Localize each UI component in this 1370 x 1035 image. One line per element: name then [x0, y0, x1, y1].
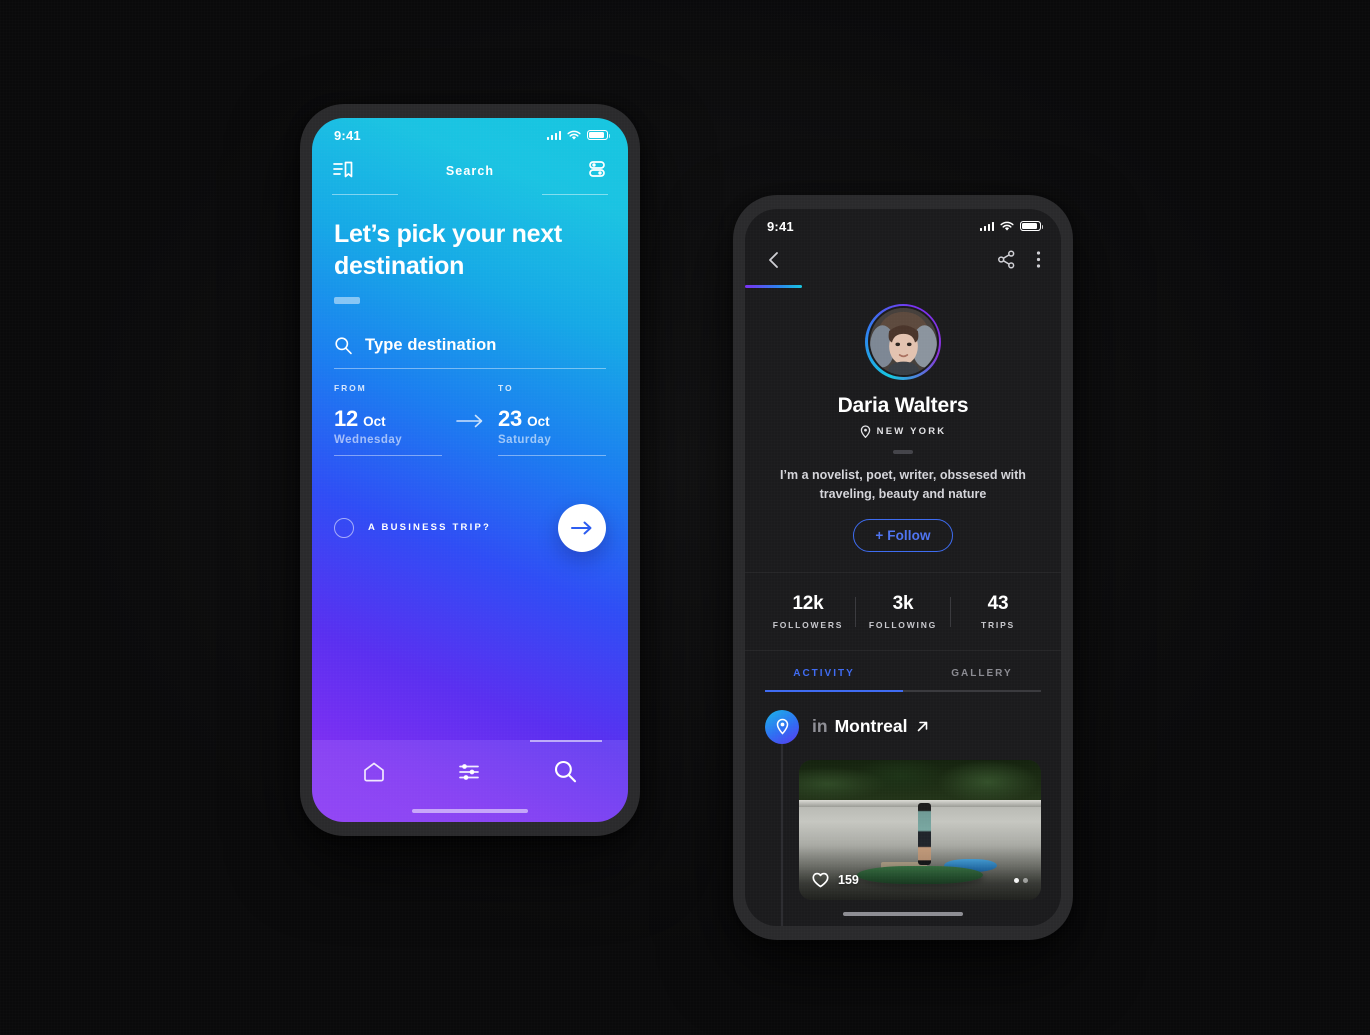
stat-label: TRIPS	[980, 620, 1016, 631]
cellular-bars-icon	[979, 221, 994, 231]
activity-feed: in Montreal 159	[745, 692, 1061, 926]
tab-gallery[interactable]: GALLERY	[903, 668, 1061, 679]
user-avatar	[869, 308, 937, 375]
profile-location: NEW YORK	[860, 424, 947, 438]
avatar[interactable]	[865, 303, 941, 380]
destination-placeholder: Type destination	[365, 335, 497, 354]
status-bar: 9:41	[745, 209, 1061, 239]
like-counter[interactable]: 159	[812, 872, 859, 888]
profile-accent-dash	[893, 449, 913, 454]
profile-screen: 9:41 Daria Walters NEW YORK I’m a noveli…	[745, 209, 1061, 926]
profile-location-label: NEW YORK	[876, 425, 947, 437]
date-range: FROM 12 Oct Wednesday TO 23 Oct Saturday	[334, 383, 606, 456]
destination-search-field[interactable]: Type destination	[334, 336, 606, 369]
tab-home[interactable]	[361, 759, 387, 790]
cellular-bars-icon	[546, 130, 561, 140]
arrow-up-right-icon	[917, 722, 927, 732]
date-from[interactable]: FROM 12 Oct Wednesday	[334, 383, 442, 456]
timeline-thread	[781, 743, 783, 926]
back-button[interactable]	[765, 250, 783, 275]
tab-activity[interactable]: ACTIVITY	[745, 668, 903, 679]
map-pin-icon	[860, 424, 870, 438]
home-indicator	[843, 911, 963, 916]
date-from-day: 12	[334, 405, 359, 431]
radio-unchecked-icon[interactable]	[334, 517, 354, 538]
stat-followers[interactable]: 12k FOLLOWERS	[761, 593, 855, 630]
profile-summary: Daria Walters NEW YORK I’m a novelist, p…	[745, 288, 1061, 574]
more-vertical-icon	[1036, 251, 1041, 268]
carousel-dots[interactable]	[1014, 877, 1028, 883]
arrow-right-icon	[571, 521, 592, 534]
tab-search[interactable]	[552, 758, 579, 790]
page-title: Search	[445, 164, 495, 178]
battery-icon	[1020, 220, 1044, 232]
date-from-label: FROM	[334, 382, 367, 393]
share-icon	[998, 250, 1015, 269]
feed-place: Montreal	[834, 716, 908, 737]
profile-bio: I’m a novelist, poet, writer, obssesed w…	[780, 467, 1026, 501]
status-time: 9:41	[767, 218, 794, 234]
stat-value: 43	[987, 593, 1009, 615]
follow-button[interactable]: + Follow	[853, 519, 953, 553]
profile-tabs: ACTIVITY GALLERY	[745, 651, 1061, 679]
battery-icon	[587, 129, 611, 141]
heart-icon	[812, 872, 829, 888]
avatar-image	[867, 306, 939, 377]
map-pin-icon	[776, 719, 788, 735]
wifi-icon	[1000, 221, 1014, 231]
profile-stats: 12k FOLLOWERS 3k FOLLOWING 43 TRIPS	[745, 573, 1061, 652]
wifi-icon	[567, 130, 581, 140]
profile-name: Daria Walters	[837, 393, 969, 417]
feed-item-header: in Montreal	[765, 709, 1041, 744]
date-from-month: Oct	[363, 413, 386, 429]
chevron-left-icon	[769, 251, 778, 268]
date-to-label: TO	[498, 382, 514, 393]
stat-trips[interactable]: 43 TRIPS	[951, 593, 1045, 630]
date-to-month: Oct	[527, 413, 550, 429]
more-options-button[interactable]	[1036, 250, 1041, 274]
business-trip-row: A BUSINESS TRIP?	[334, 503, 606, 552]
business-trip-label: A BUSINESS TRIP?	[368, 522, 491, 533]
date-to-day: 23	[498, 405, 523, 431]
location-pin-badge	[765, 709, 799, 744]
app-header: Search	[312, 148, 628, 194]
date-to-weekday: Saturday	[498, 433, 552, 446]
sliders-icon	[459, 763, 480, 780]
search-icon	[555, 760, 577, 783]
home-icon	[363, 762, 384, 781]
stat-value: 12k	[792, 593, 824, 615]
date-from-weekday: Wednesday	[334, 433, 403, 446]
tab-filters[interactable]	[456, 759, 482, 790]
search-screen: 9:41 Search Let’s pick your next destina…	[312, 118, 628, 822]
bottom-tab-bar	[312, 740, 628, 822]
status-bar: 9:41	[312, 118, 628, 148]
stat-label: FOLLOWING	[868, 620, 938, 631]
phone-mockup-right: 9:41 Daria Walters NEW YORK I’m a noveli…	[733, 195, 1073, 940]
phone-mockup-left: 9:41 Search Let’s pick your next destina…	[300, 104, 640, 836]
profile-header	[745, 239, 1061, 285]
home-indicator	[412, 809, 528, 813]
feed-location-title[interactable]: in Montreal	[812, 716, 930, 737]
status-time: 9:41	[334, 127, 361, 143]
hero-title: Let’s pick your next destination	[334, 220, 562, 280]
canvas: 9:41 Search Let’s pick your next destina…	[0, 0, 1370, 1035]
feed-photo-card[interactable]: 159	[799, 759, 1041, 900]
feed-prefix: in	[812, 716, 828, 737]
stat-label: FOLLOWERS	[772, 620, 844, 631]
like-count: 159	[838, 872, 859, 887]
stat-following[interactable]: 3k FOLLOWING	[856, 593, 950, 630]
submit-search-button[interactable]	[558, 503, 606, 552]
date-range-arrow-icon	[442, 414, 498, 456]
share-button[interactable]	[997, 250, 1016, 274]
hero-accent-dash	[334, 296, 360, 304]
stat-value: 3k	[892, 593, 914, 615]
date-to[interactable]: TO 23 Oct Saturday	[498, 383, 606, 456]
hero-block: Let’s pick your next destination	[312, 195, 628, 304]
search-icon	[335, 336, 352, 354]
